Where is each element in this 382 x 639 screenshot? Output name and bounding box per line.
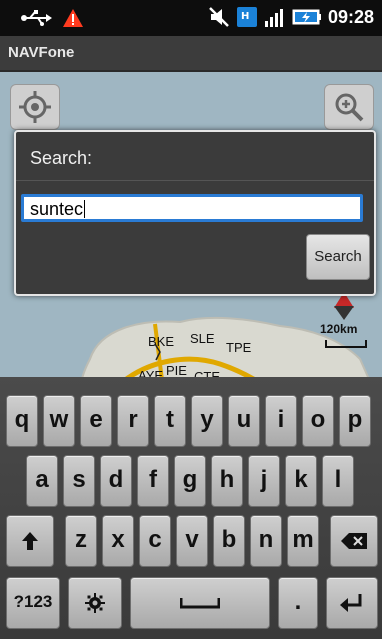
key-t[interactable]: t (154, 395, 186, 447)
svg-text:H: H (241, 11, 249, 22)
road-label-pie: PIE (166, 363, 187, 377)
key-h[interactable]: h (211, 455, 243, 507)
status-bar: H 09:28 (0, 0, 382, 36)
key-e[interactable]: e (80, 395, 112, 447)
road-label-cte: CTE (194, 369, 220, 377)
warning-icon (63, 9, 83, 27)
key-l[interactable]: l (322, 455, 354, 507)
map-scale-label: 120km (320, 322, 358, 336)
road-label-tpe: TPE (226, 340, 252, 355)
key-a[interactable]: a (26, 455, 58, 507)
key-p[interactable]: p (339, 395, 371, 447)
map-scale-bar (325, 340, 367, 348)
app-bar: NAVFone (0, 36, 382, 72)
road-label-bke: BKE (148, 334, 175, 349)
status-right: H 09:28 (208, 6, 374, 28)
key-v[interactable]: v (176, 515, 208, 567)
text-caret (84, 200, 86, 218)
battery-charging-icon (292, 9, 321, 25)
key-f[interactable]: f (137, 455, 169, 507)
key-z[interactable]: z (65, 515, 97, 567)
shift-icon (22, 532, 38, 550)
key-j[interactable]: j (248, 455, 280, 507)
key-y[interactable]: y (191, 395, 223, 447)
period-key[interactable]: . (278, 577, 318, 629)
search-dialog: Search: suntec Search (14, 130, 376, 296)
gear-icon (85, 593, 105, 613)
shift-key[interactable] (6, 515, 54, 567)
backspace-key[interactable] (330, 515, 378, 567)
key-d[interactable]: d (100, 455, 132, 507)
mute-icon (209, 7, 229, 27)
key-r[interactable]: r (117, 395, 149, 447)
space-key[interactable] (130, 577, 270, 629)
key-n[interactable]: n (250, 515, 282, 567)
locate-button[interactable] (10, 84, 60, 130)
road-label-aye: AYE (138, 368, 164, 377)
key-s[interactable]: s (63, 455, 95, 507)
key-q[interactable]: q (6, 395, 38, 447)
key-m[interactable]: m (287, 515, 319, 567)
hspa-icon: H (236, 7, 257, 27)
key-x[interactable]: x (102, 515, 134, 567)
zoom-in-button[interactable] (324, 84, 374, 130)
search-input[interactable]: suntec (21, 194, 363, 222)
soft-keyboard: q w e r t y u i o p a s d f g h j k l z … (0, 377, 382, 639)
key-o[interactable]: o (302, 395, 334, 447)
search-input-value: suntec (30, 199, 84, 219)
key-b[interactable]: b (213, 515, 245, 567)
crosshair-icon (19, 91, 51, 123)
enter-key[interactable] (326, 577, 378, 629)
key-i[interactable]: i (265, 395, 297, 447)
space-icon (180, 598, 220, 609)
status-left (20, 8, 84, 28)
road-label-sle: SLE (190, 331, 215, 346)
key-u[interactable]: u (228, 395, 260, 447)
key-g[interactable]: g (174, 455, 206, 507)
settings-key[interactable] (68, 577, 122, 629)
status-time: 09:28 (327, 6, 374, 27)
enter-icon (340, 594, 362, 612)
key-w[interactable]: w (43, 395, 75, 447)
symbols-key[interactable]: ?123 (6, 577, 60, 629)
app-title: NAVFone (8, 44, 75, 61)
search-button[interactable]: Search (306, 234, 370, 280)
usb-icon (21, 10, 52, 26)
backspace-icon (341, 533, 367, 549)
signal-icon (264, 9, 283, 27)
dialog-divider (16, 180, 374, 181)
key-c[interactable]: c (139, 515, 171, 567)
zoom-in-icon (335, 93, 364, 122)
key-k[interactable]: k (285, 455, 317, 507)
dialog-title: Search: (30, 148, 93, 168)
